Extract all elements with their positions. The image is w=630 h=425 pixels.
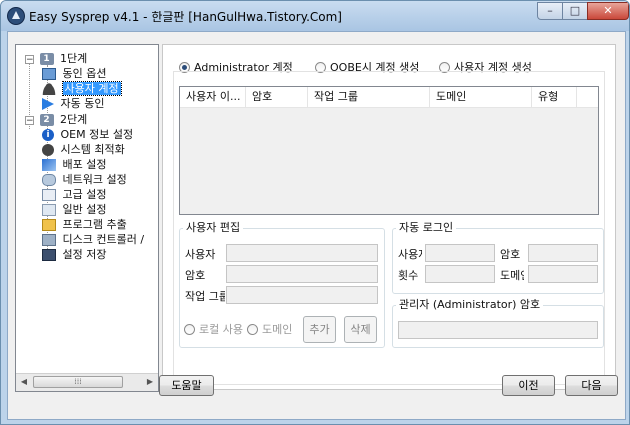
- column-header-type[interactable]: 유형: [532, 87, 577, 107]
- tree-item-label: 자동 동인: [60, 97, 105, 110]
- advanced-icon: [42, 189, 56, 201]
- admin-password-title: 관리자 (Administrator) 암호: [396, 298, 544, 311]
- auto-login-user-field[interactable]: [425, 244, 495, 262]
- tree-item-general[interactable]: 일반 설정: [42, 202, 106, 217]
- tree-item-deploy[interactable]: 배포 설정: [42, 157, 106, 172]
- scroll-left-icon[interactable]: ◀: [16, 374, 32, 390]
- radio-local-user[interactable]: 로컬 사용: [184, 323, 243, 336]
- gear-icon: [42, 144, 54, 156]
- close-button[interactable]: ✕: [587, 2, 629, 20]
- radio-dot: [184, 324, 195, 335]
- tree-item-program-extract[interactable]: 프로그램 추출: [42, 217, 127, 232]
- tree-item-label: 배포 설정: [62, 158, 107, 171]
- auto-login-domain-label: 도메인: [500, 269, 524, 282]
- collapse-icon[interactable]: −: [25, 115, 34, 125]
- step-number-badge: 1: [39, 53, 54, 65]
- user-icon: [42, 83, 56, 95]
- password-label: 암호: [185, 269, 206, 282]
- tree-item-disk-controller[interactable]: 디스크 컨트롤러 /: [42, 232, 144, 247]
- info-icon: i: [42, 129, 54, 141]
- tree-horizontal-scrollbar[interactable]: ◀ ⁞⁞⁞ ▶: [16, 373, 158, 391]
- tree-item-label: 프로그램 추출: [62, 218, 127, 231]
- tree-item-oem-info[interactable]: i OEM 정보 설정: [42, 127, 133, 142]
- password-field[interactable]: [226, 265, 378, 283]
- user-list[interactable]: 사용자 이... 암호 작업 그룹 도메인 유형: [179, 86, 599, 215]
- user-name-field[interactable]: [226, 244, 378, 262]
- auto-login-count-field[interactable]: [425, 265, 495, 283]
- column-header-domain[interactable]: 도메인: [430, 87, 532, 107]
- delete-button[interactable]: 삭제: [344, 316, 377, 343]
- admin-password-field[interactable]: [398, 321, 598, 339]
- app-window: Easy Sysprep v4.1 - 한글판 [HanGulHwa.Tisto…: [0, 0, 630, 425]
- minimize-button[interactable]: –: [537, 2, 563, 20]
- tree-item-auto-install[interactable]: 자동 동인: [42, 96, 104, 111]
- app-icon: [7, 7, 25, 25]
- deploy-icon: [42, 159, 56, 171]
- next-button[interactable]: 다음: [565, 375, 618, 396]
- user-label: 사용자: [185, 248, 216, 261]
- general-icon: [42, 204, 56, 216]
- scrollbar-thumb[interactable]: ⁞⁞⁞: [33, 376, 123, 388]
- program-icon: [42, 219, 56, 231]
- radio-domain[interactable]: 도메인: [247, 323, 292, 336]
- window-title: Easy Sysprep v4.1 - 한글판 [HanGulHwa.Tisto…: [29, 10, 342, 24]
- auto-login-user-label: 사용자: [398, 248, 422, 261]
- tree-step-2[interactable]: − 2 2단계: [25, 112, 87, 127]
- auto-login-password-field[interactable]: [528, 244, 598, 262]
- maximize-button[interactable]: □: [562, 2, 588, 20]
- step-tree[interactable]: − 1 1단계 동인 옵션 사용자 계정 자동 동인 − 2 2단계 i OEM…: [15, 44, 159, 392]
- tree-item-system-optimize[interactable]: 시스템 최적화: [42, 142, 125, 157]
- monitor-icon: [42, 68, 56, 80]
- column-header-username[interactable]: 사용자 이...: [180, 87, 246, 107]
- tree-item-label: 동인 옵션: [62, 67, 107, 80]
- network-icon: [42, 174, 56, 186]
- prev-button[interactable]: 이전: [502, 375, 555, 396]
- help-button[interactable]: 도움말: [159, 375, 214, 396]
- user-list-header: 사용자 이... 암호 작업 그룹 도메인 유형: [180, 87, 598, 108]
- user-edit-title: 사용자 편집: [183, 221, 244, 234]
- tree-item-label: OEM 정보 설정: [60, 128, 134, 141]
- scroll-right-icon[interactable]: ▶: [142, 374, 158, 390]
- tree-step-label: 1단계: [60, 52, 88, 65]
- tree-item-label: 고급 설정: [62, 188, 107, 201]
- tree-item-network[interactable]: 네트워크 설정: [42, 172, 127, 187]
- tree-step-label: 2단계: [60, 113, 88, 126]
- tree-item-label: 네트워크 설정: [62, 173, 127, 186]
- auto-login-password-label: 암호: [500, 248, 521, 261]
- auto-login-title: 자동 로그인: [396, 221, 457, 234]
- tree-item-label: 디스크 컨트롤러 /: [62, 233, 145, 246]
- collapse-icon[interactable]: −: [25, 54, 34, 64]
- save-icon: [42, 249, 56, 261]
- tree-step-1[interactable]: − 1 1단계: [25, 51, 87, 66]
- tree-item-label: 설정 저장: [62, 248, 107, 261]
- column-header-password[interactable]: 암호: [246, 87, 308, 107]
- auto-login-domain-field[interactable]: [528, 265, 598, 283]
- tree-item-save-settings[interactable]: 설정 저장: [42, 247, 106, 262]
- radio-label: 도메인: [262, 323, 293, 336]
- workgroup-field[interactable]: [226, 286, 378, 304]
- radio-label: 로컬 사용: [199, 323, 243, 336]
- client-area: − 1 1단계 동인 옵션 사용자 계정 자동 동인 − 2 2단계 i OEM…: [7, 31, 626, 420]
- tree-item-user-accounts[interactable]: 사용자 계정: [42, 81, 122, 96]
- auto-login-count-label: 횟수: [398, 269, 419, 282]
- workgroup-label: 작업 그룹: [185, 290, 225, 303]
- tree-item-label: 사용자 계정: [61, 81, 122, 96]
- tree-item-advanced[interactable]: 고급 설정: [42, 187, 106, 202]
- step-number-badge: 2: [39, 114, 54, 126]
- add-button[interactable]: 추가: [303, 316, 336, 343]
- disk-icon: [42, 234, 56, 246]
- column-header-workgroup[interactable]: 작업 그룹: [308, 87, 430, 107]
- title-bar[interactable]: Easy Sysprep v4.1 - 한글판 [HanGulHwa.Tisto…: [1, 1, 629, 31]
- radio-dot: [247, 324, 258, 335]
- tree-item-install-options[interactable]: 동인 옵션: [42, 66, 106, 81]
- tree-item-label: 시스템 최적화: [60, 143, 125, 156]
- user-account-panel: Administrator 계정 OOBE시 계정 생성 사용자 계정 생성 사…: [162, 44, 616, 390]
- tree-item-label: 일반 설정: [62, 203, 107, 216]
- arrow-icon: [42, 98, 54, 110]
